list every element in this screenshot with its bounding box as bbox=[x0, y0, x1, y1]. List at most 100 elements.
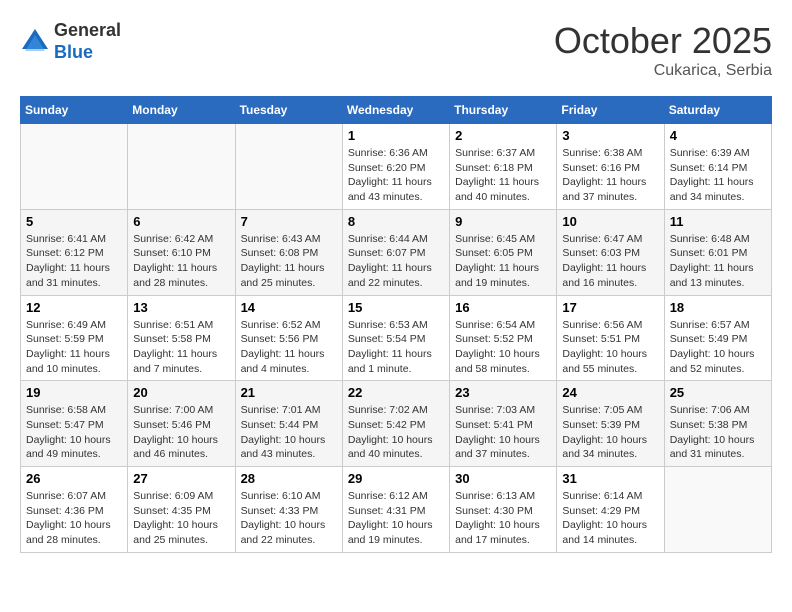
location: Cukarica, Serbia bbox=[554, 62, 772, 80]
day-info: Sunrise: 6:52 AM Sunset: 5:56 PM Dayligh… bbox=[241, 318, 337, 377]
day-info: Sunrise: 6:09 AM Sunset: 4:35 PM Dayligh… bbox=[133, 489, 229, 548]
day-number: 15 bbox=[348, 300, 444, 315]
calendar-cell: 8Sunrise: 6:44 AM Sunset: 6:07 PM Daylig… bbox=[342, 209, 449, 295]
page-header: General Blue October 2025 Cukarica, Serb… bbox=[20, 20, 772, 80]
calendar-cell: 26 Sunrise: 6:07 AM Sunset: 4:36 PM Dayli… bbox=[21, 467, 128, 553]
week-row: 5 Sunrise: 6:41 AM Sunset: 6:12 PM Daylig… bbox=[21, 209, 772, 295]
day-info: Sunrise: 6:49 AM Sunset: 5:59 PM Dayligh… bbox=[26, 318, 122, 377]
calendar-cell: 4 Sunrise: 6:39 AM Sunset: 6:14 PM Daylig… bbox=[664, 124, 771, 210]
calendar-cell: 5 Sunrise: 6:41 AM Sunset: 6:12 PM Daylig… bbox=[21, 209, 128, 295]
day-info: Sunrise: 6:53 AM Sunset: 5:54 PM Dayligh… bbox=[348, 318, 444, 377]
day-number: 18 bbox=[670, 300, 766, 315]
calendar-cell: 18 Sunrise: 6:57 AM Sunset: 5:49 PM Dayli… bbox=[664, 295, 771, 381]
day-number: 19 bbox=[26, 385, 122, 400]
calendar-cell bbox=[21, 124, 128, 210]
calendar-cell: 27Sunrise: 6:09 AM Sunset: 4:35 PM Dayli… bbox=[128, 467, 235, 553]
calendar-cell: 14 Sunrise: 6:52 AM Sunset: 5:56 PM Dayli… bbox=[235, 295, 342, 381]
calendar-cell: 22Sunrise: 7:02 AM Sunset: 5:42 PM Dayli… bbox=[342, 381, 449, 467]
day-number: 21 bbox=[241, 385, 337, 400]
day-number: 11 bbox=[670, 214, 766, 229]
weekday-header: Sunday bbox=[21, 97, 128, 124]
day-info: Sunrise: 6:41 AM Sunset: 6:12 PM Dayligh… bbox=[26, 232, 122, 291]
day-info: Sunrise: 6:39 AM Sunset: 6:14 PM Dayligh… bbox=[670, 146, 766, 205]
week-row: 19Sunrise: 6:58 AM Sunset: 5:47 PM Dayli… bbox=[21, 381, 772, 467]
calendar-cell: 28 Sunrise: 6:10 AM Sunset: 4:33 PM Dayli… bbox=[235, 467, 342, 553]
week-row: 26 Sunrise: 6:07 AM Sunset: 4:36 PM Dayli… bbox=[21, 467, 772, 553]
day-info: Sunrise: 6:47 AM Sunset: 6:03 PM Dayligh… bbox=[562, 232, 658, 291]
day-number: 26 bbox=[26, 471, 122, 486]
calendar-cell: 31 Sunrise: 6:14 AM Sunset: 4:29 PM Dayli… bbox=[557, 467, 664, 553]
day-number: 25 bbox=[670, 385, 766, 400]
weekday-header: Monday bbox=[128, 97, 235, 124]
calendar-cell: 7 Sunrise: 6:43 AM Sunset: 6:08 PM Daylig… bbox=[235, 209, 342, 295]
day-info: Sunrise: 6:43 AM Sunset: 6:08 PM Dayligh… bbox=[241, 232, 337, 291]
logo-general: General bbox=[54, 20, 121, 42]
weekday-header: Saturday bbox=[664, 97, 771, 124]
calendar-cell: 25Sunrise: 7:06 AM Sunset: 5:38 PM Dayli… bbox=[664, 381, 771, 467]
day-number: 31 bbox=[562, 471, 658, 486]
calendar-cell: 9Sunrise: 6:45 AM Sunset: 6:05 PM Daylig… bbox=[450, 209, 557, 295]
logo-text: General Blue bbox=[54, 20, 121, 63]
weekday-header: Friday bbox=[557, 97, 664, 124]
day-number: 6 bbox=[133, 214, 229, 229]
day-number: 14 bbox=[241, 300, 337, 315]
weekday-header: Tuesday bbox=[235, 97, 342, 124]
calendar-table: SundayMondayTuesdayWednesdayThursdayFrid… bbox=[20, 96, 772, 553]
day-number: 8 bbox=[348, 214, 444, 229]
weekday-header: Wednesday bbox=[342, 97, 449, 124]
calendar-cell bbox=[235, 124, 342, 210]
day-number: 3 bbox=[562, 128, 658, 143]
weekday-header: Thursday bbox=[450, 97, 557, 124]
week-row: 1 Sunrise: 6:36 AM Sunset: 6:20 PM Daylig… bbox=[21, 124, 772, 210]
day-info: Sunrise: 6:14 AM Sunset: 4:29 PM Dayligh… bbox=[562, 489, 658, 548]
day-info: Sunrise: 6:10 AM Sunset: 4:33 PM Dayligh… bbox=[241, 489, 337, 548]
day-number: 28 bbox=[241, 471, 337, 486]
calendar-cell: 10Sunrise: 6:47 AM Sunset: 6:03 PM Dayli… bbox=[557, 209, 664, 295]
day-number: 24 bbox=[562, 385, 658, 400]
day-info: Sunrise: 6:37 AM Sunset: 6:18 PM Dayligh… bbox=[455, 146, 551, 205]
day-info: Sunrise: 6:36 AM Sunset: 6:20 PM Dayligh… bbox=[348, 146, 444, 205]
day-info: Sunrise: 6:57 AM Sunset: 5:49 PM Dayligh… bbox=[670, 318, 766, 377]
day-number: 4 bbox=[670, 128, 766, 143]
day-number: 1 bbox=[348, 128, 444, 143]
calendar-cell bbox=[128, 124, 235, 210]
calendar-cell: 21Sunrise: 7:01 AM Sunset: 5:44 PM Dayli… bbox=[235, 381, 342, 467]
day-info: Sunrise: 6:51 AM Sunset: 5:58 PM Dayligh… bbox=[133, 318, 229, 377]
day-info: Sunrise: 6:54 AM Sunset: 5:52 PM Dayligh… bbox=[455, 318, 551, 377]
day-info: Sunrise: 7:00 AM Sunset: 5:46 PM Dayligh… bbox=[133, 403, 229, 462]
calendar-cell: 11Sunrise: 6:48 AM Sunset: 6:01 PM Dayli… bbox=[664, 209, 771, 295]
week-row: 12Sunrise: 6:49 AM Sunset: 5:59 PM Dayli… bbox=[21, 295, 772, 381]
month-title: October 2025 bbox=[554, 20, 772, 62]
day-info: Sunrise: 6:13 AM Sunset: 4:30 PM Dayligh… bbox=[455, 489, 551, 548]
calendar-cell: 1 Sunrise: 6:36 AM Sunset: 6:20 PM Daylig… bbox=[342, 124, 449, 210]
logo-icon bbox=[20, 27, 50, 57]
day-number: 22 bbox=[348, 385, 444, 400]
day-info: Sunrise: 7:03 AM Sunset: 5:41 PM Dayligh… bbox=[455, 403, 551, 462]
day-info: Sunrise: 6:42 AM Sunset: 6:10 PM Dayligh… bbox=[133, 232, 229, 291]
logo-blue-text: Blue bbox=[54, 42, 121, 64]
day-number: 7 bbox=[241, 214, 337, 229]
day-number: 30 bbox=[455, 471, 551, 486]
day-number: 13 bbox=[133, 300, 229, 315]
calendar-body: 1 Sunrise: 6:36 AM Sunset: 6:20 PM Daylig… bbox=[21, 124, 772, 553]
calendar-cell: 17 Sunrise: 6:56 AM Sunset: 5:51 PM Dayli… bbox=[557, 295, 664, 381]
day-info: Sunrise: 7:05 AM Sunset: 5:39 PM Dayligh… bbox=[562, 403, 658, 462]
weekday-header-row: SundayMondayTuesdayWednesdayThursdayFrid… bbox=[21, 97, 772, 124]
calendar-cell: 3 Sunrise: 6:38 AM Sunset: 6:16 PM Daylig… bbox=[557, 124, 664, 210]
calendar-cell: 20Sunrise: 7:00 AM Sunset: 5:46 PM Dayli… bbox=[128, 381, 235, 467]
day-number: 29 bbox=[348, 471, 444, 486]
day-info: Sunrise: 6:56 AM Sunset: 5:51 PM Dayligh… bbox=[562, 318, 658, 377]
day-number: 16 bbox=[455, 300, 551, 315]
calendar-header: SundayMondayTuesdayWednesdayThursdayFrid… bbox=[21, 97, 772, 124]
day-number: 17 bbox=[562, 300, 658, 315]
logo: General Blue bbox=[20, 20, 121, 63]
day-info: Sunrise: 6:38 AM Sunset: 6:16 PM Dayligh… bbox=[562, 146, 658, 205]
day-number: 2 bbox=[455, 128, 551, 143]
calendar-cell: 23Sunrise: 7:03 AM Sunset: 5:41 PM Dayli… bbox=[450, 381, 557, 467]
calendar-cell: 2 Sunrise: 6:37 AM Sunset: 6:18 PM Daylig… bbox=[450, 124, 557, 210]
calendar-cell: 29 Sunrise: 6:12 AM Sunset: 4:31 PM Dayli… bbox=[342, 467, 449, 553]
calendar-cell: 12Sunrise: 6:49 AM Sunset: 5:59 PM Dayli… bbox=[21, 295, 128, 381]
day-info: Sunrise: 6:07 AM Sunset: 4:36 PM Dayligh… bbox=[26, 489, 122, 548]
day-info: Sunrise: 6:12 AM Sunset: 4:31 PM Dayligh… bbox=[348, 489, 444, 548]
day-number: 5 bbox=[26, 214, 122, 229]
